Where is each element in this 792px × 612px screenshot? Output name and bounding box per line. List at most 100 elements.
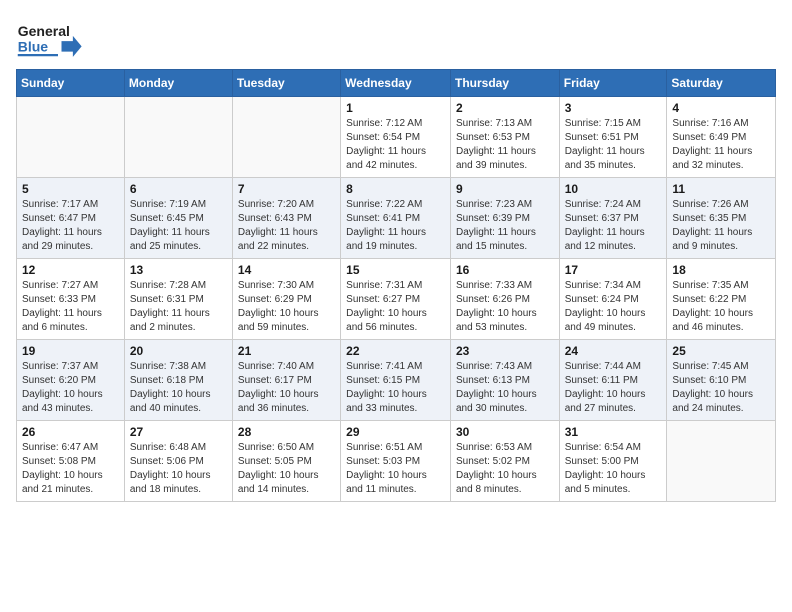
calendar-cell: 17Sunrise: 7:34 AM Sunset: 6:24 PM Dayli… [559, 259, 667, 340]
day-info: Sunrise: 7:28 AM Sunset: 6:31 PM Dayligh… [130, 279, 227, 335]
calendar-cell: 19 Sunrise: 7:37 AM Sunset: 6:20 PM Dayli… [17, 340, 125, 421]
day-info: Sunrise: 6:53 AM Sunset: 5:02 PM Dayligh… [456, 441, 554, 497]
day-number: 3 [565, 101, 662, 115]
calendar-week-row: 12 Sunrise: 7:27 AM Sunset: 6:33 PM Dayli… [17, 259, 776, 340]
calendar-cell: 2Sunrise: 7:13 AM Sunset: 6:53 PM Daylig… [450, 97, 559, 178]
weekday-header-wednesday: Wednesday [341, 70, 451, 97]
calendar-cell: 29 Sunrise: 6:51 AM Sunset: 5:03 PM Dayli… [341, 421, 451, 502]
calendar-cell: 11Sunrise: 7:26 AM Sunset: 6:35 PM Dayli… [667, 178, 776, 259]
calendar-cell: 18Sunrise: 7:35 AM Sunset: 6:22 PM Dayli… [667, 259, 776, 340]
day-number: 19 [22, 344, 119, 358]
calendar-week-row: 1 Sunrise: 7:12 AM Sunset: 6:54 PM Daylig… [17, 97, 776, 178]
day-info: Sunrise: 7:31 AM Sunset: 6:27 PM Dayligh… [346, 279, 445, 335]
day-number: 13 [130, 263, 227, 277]
day-info: Sunrise: 7:13 AM Sunset: 6:53 PM Dayligh… [456, 117, 554, 173]
calendar-week-row: 5 Sunrise: 7:17 AM Sunset: 6:47 PM Daylig… [17, 178, 776, 259]
day-number: 8 [346, 182, 445, 196]
calendar-cell: 28 Sunrise: 6:50 AM Sunset: 5:05 PM Dayli… [232, 421, 340, 502]
day-number: 7 [238, 182, 335, 196]
day-info: Sunrise: 7:19 AM Sunset: 6:45 PM Dayligh… [130, 198, 227, 254]
calendar-cell: 12 Sunrise: 7:27 AM Sunset: 6:33 PM Dayli… [17, 259, 125, 340]
calendar-cell [667, 421, 776, 502]
day-number: 28 [238, 425, 335, 439]
calendar-cell: 30 Sunrise: 6:53 AM Sunset: 5:02 PM Dayli… [450, 421, 559, 502]
calendar-cell: 22Sunrise: 7:41 AM Sunset: 6:15 PM Dayli… [341, 340, 451, 421]
day-info: Sunrise: 7:17 AM Sunset: 6:47 PM Dayligh… [22, 198, 119, 254]
day-number: 6 [130, 182, 227, 196]
calendar-cell: 27 Sunrise: 6:48 AM Sunset: 5:06 PM Dayli… [124, 421, 232, 502]
day-number: 25 [672, 344, 770, 358]
day-info: Sunrise: 7:37 AM Sunset: 6:20 PM Dayligh… [22, 360, 119, 416]
day-number: 14 [238, 263, 335, 277]
calendar-cell: 21 Sunrise: 7:40 AM Sunset: 6:17 PM Dayli… [232, 340, 340, 421]
calendar-cell [124, 97, 232, 178]
calendar-cell: 5 Sunrise: 7:17 AM Sunset: 6:47 PM Daylig… [17, 178, 125, 259]
day-info: Sunrise: 7:44 AM Sunset: 6:11 PM Dayligh… [565, 360, 662, 416]
day-info: Sunrise: 7:24 AM Sunset: 6:37 PM Dayligh… [565, 198, 662, 254]
calendar-cell [232, 97, 340, 178]
weekday-header-friday: Friday [559, 70, 667, 97]
day-info: Sunrise: 7:45 AM Sunset: 6:10 PM Dayligh… [672, 360, 770, 416]
day-number: 1 [346, 101, 445, 115]
calendar-week-row: 19 Sunrise: 7:37 AM Sunset: 6:20 PM Dayli… [17, 340, 776, 421]
day-number: 18 [672, 263, 770, 277]
day-info: Sunrise: 7:41 AM Sunset: 6:15 PM Dayligh… [346, 360, 445, 416]
day-number: 12 [22, 263, 119, 277]
calendar-table: SundayMondayTuesdayWednesdayThursdayFrid… [16, 69, 776, 502]
day-number: 10 [565, 182, 662, 196]
day-info: Sunrise: 7:34 AM Sunset: 6:24 PM Dayligh… [565, 279, 662, 335]
calendar-cell: 23 Sunrise: 7:43 AM Sunset: 6:13 PM Dayli… [450, 340, 559, 421]
calendar-header-row: SundayMondayTuesdayWednesdayThursdayFrid… [17, 70, 776, 97]
weekday-header-thursday: Thursday [450, 70, 559, 97]
day-number: 21 [238, 344, 335, 358]
day-info: Sunrise: 7:43 AM Sunset: 6:13 PM Dayligh… [456, 360, 554, 416]
calendar-cell: 3 Sunrise: 7:15 AM Sunset: 6:51 PM Daylig… [559, 97, 667, 178]
day-number: 31 [565, 425, 662, 439]
calendar-cell: 25 Sunrise: 7:45 AM Sunset: 6:10 PM Dayli… [667, 340, 776, 421]
calendar-cell: 14 Sunrise: 7:30 AM Sunset: 6:29 PM Dayli… [232, 259, 340, 340]
day-info: Sunrise: 6:47 AM Sunset: 5:08 PM Dayligh… [22, 441, 119, 497]
weekday-header-saturday: Saturday [667, 70, 776, 97]
day-number: 4 [672, 101, 770, 115]
weekday-header-sunday: Sunday [17, 70, 125, 97]
calendar-cell: 4 Sunrise: 7:16 AM Sunset: 6:49 PM Daylig… [667, 97, 776, 178]
svg-text:General: General [18, 23, 70, 39]
day-info: Sunrise: 7:16 AM Sunset: 6:49 PM Dayligh… [672, 117, 770, 173]
day-info: Sunrise: 7:12 AM Sunset: 6:54 PM Dayligh… [346, 117, 445, 173]
day-number: 9 [456, 182, 554, 196]
day-number: 23 [456, 344, 554, 358]
weekday-header-tuesday: Tuesday [232, 70, 340, 97]
calendar-cell: 9 Sunrise: 7:23 AM Sunset: 6:39 PM Daylig… [450, 178, 559, 259]
calendar-cell: 8 Sunrise: 7:22 AM Sunset: 6:41 PM Daylig… [341, 178, 451, 259]
day-info: Sunrise: 7:20 AM Sunset: 6:43 PM Dayligh… [238, 198, 335, 254]
calendar-cell: 16Sunrise: 7:33 AM Sunset: 6:26 PM Dayli… [450, 259, 559, 340]
calendar-cell: 24Sunrise: 7:44 AM Sunset: 6:11 PM Dayli… [559, 340, 667, 421]
day-info: Sunrise: 7:30 AM Sunset: 6:29 PM Dayligh… [238, 279, 335, 335]
day-info: Sunrise: 7:27 AM Sunset: 6:33 PM Dayligh… [22, 279, 119, 335]
calendar-cell: 26 Sunrise: 6:47 AM Sunset: 5:08 PM Dayli… [17, 421, 125, 502]
day-number: 29 [346, 425, 445, 439]
calendar-cell: 10 Sunrise: 7:24 AM Sunset: 6:37 PM Dayli… [559, 178, 667, 259]
day-info: Sunrise: 7:38 AM Sunset: 6:18 PM Dayligh… [130, 360, 227, 416]
day-number: 20 [130, 344, 227, 358]
weekday-header-monday: Monday [124, 70, 232, 97]
day-info: Sunrise: 7:23 AM Sunset: 6:39 PM Dayligh… [456, 198, 554, 254]
day-info: Sunrise: 6:48 AM Sunset: 5:06 PM Dayligh… [130, 441, 227, 497]
calendar-cell: 7 Sunrise: 7:20 AM Sunset: 6:43 PM Daylig… [232, 178, 340, 259]
day-info: Sunrise: 6:50 AM Sunset: 5:05 PM Dayligh… [238, 441, 335, 497]
day-number: 30 [456, 425, 554, 439]
day-number: 27 [130, 425, 227, 439]
day-info: Sunrise: 7:15 AM Sunset: 6:51 PM Dayligh… [565, 117, 662, 173]
calendar-cell: 1 Sunrise: 7:12 AM Sunset: 6:54 PM Daylig… [341, 97, 451, 178]
day-info: Sunrise: 7:40 AM Sunset: 6:17 PM Dayligh… [238, 360, 335, 416]
day-info: Sunrise: 7:22 AM Sunset: 6:41 PM Dayligh… [346, 198, 445, 254]
calendar-week-row: 26 Sunrise: 6:47 AM Sunset: 5:08 PM Dayli… [17, 421, 776, 502]
day-number: 5 [22, 182, 119, 196]
calendar-cell: 6 Sunrise: 7:19 AM Sunset: 6:45 PM Daylig… [124, 178, 232, 259]
day-info: Sunrise: 6:51 AM Sunset: 5:03 PM Dayligh… [346, 441, 445, 497]
logo: General Blue [16, 16, 86, 61]
day-number: 15 [346, 263, 445, 277]
day-number: 26 [22, 425, 119, 439]
calendar-cell: 31Sunrise: 6:54 AM Sunset: 5:00 PM Dayli… [559, 421, 667, 502]
calendar-cell: 20 Sunrise: 7:38 AM Sunset: 6:18 PM Dayli… [124, 340, 232, 421]
